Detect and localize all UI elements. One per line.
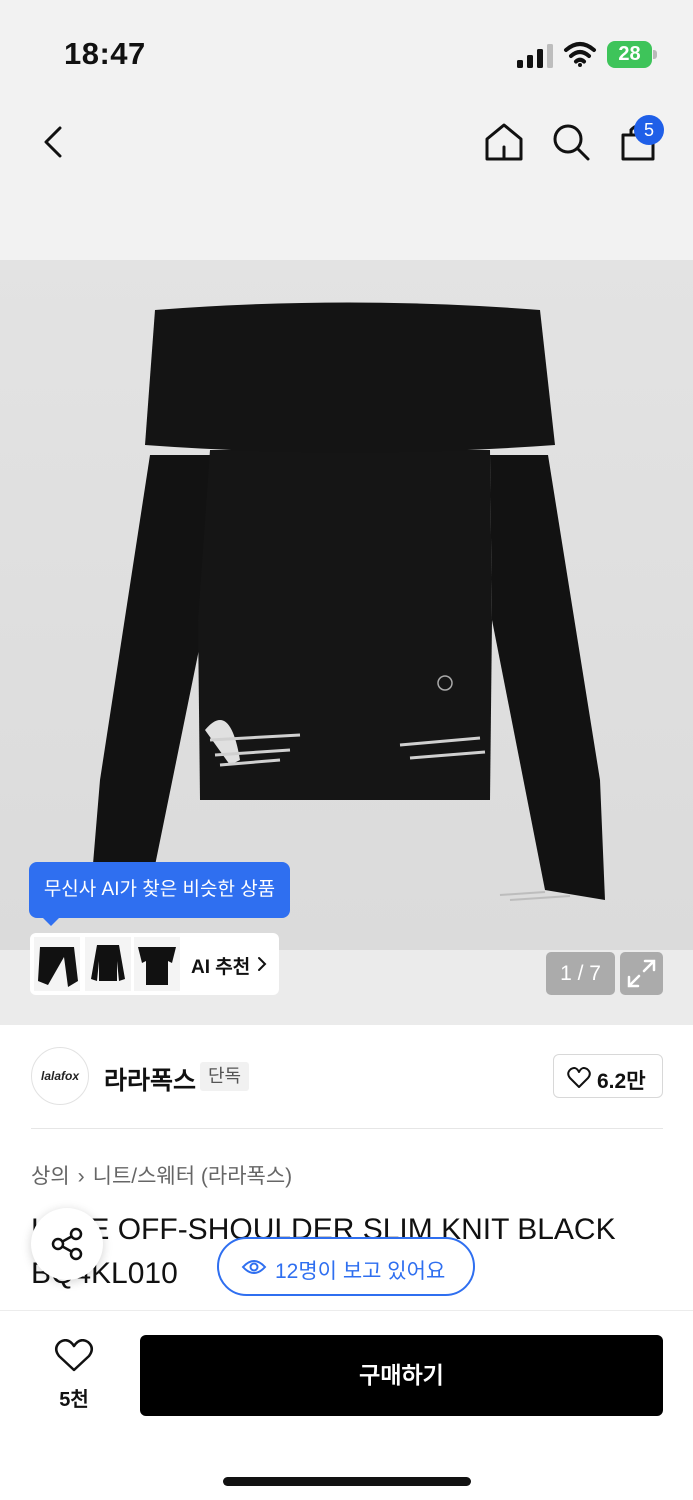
viewers-text: 12명이 보고 있어요 bbox=[275, 1260, 446, 1283]
brand-like-count: 6.2만 bbox=[597, 1070, 646, 1093]
expand-icon bbox=[627, 959, 656, 988]
share-button[interactable] bbox=[31, 1208, 103, 1280]
brand-name[interactable]: 라라폭스 bbox=[104, 1061, 196, 1097]
home-icon[interactable] bbox=[482, 120, 526, 164]
chevron-right-icon: › bbox=[77, 1165, 85, 1188]
tooltip-pointer bbox=[42, 917, 60, 926]
breadcrumb-subcategory[interactable]: 니트/스웨터 (라라폭스) bbox=[93, 1165, 293, 1188]
back-icon[interactable] bbox=[36, 120, 72, 164]
breadcrumb-category[interactable]: 상의 bbox=[31, 1165, 70, 1188]
wishlist-count: 5천 bbox=[59, 1389, 89, 1411]
breadcrumb: 상의 › 니트/스웨터 (라라폭스) bbox=[31, 1160, 292, 1190]
recommend-thumbnail[interactable] bbox=[85, 937, 131, 991]
status-bar: 18:47 28 bbox=[0, 0, 693, 100]
heart-icon bbox=[55, 1339, 93, 1372]
cellular-signal-icon bbox=[517, 44, 553, 68]
brand-logo[interactable]: lalafox bbox=[31, 1047, 89, 1105]
ai-similar-tooltip[interactable]: 무신사 AI가 찾은 비슷한 상품 bbox=[29, 862, 290, 918]
battery-tip bbox=[653, 50, 657, 59]
brand-like-button[interactable]: 6.2만 bbox=[553, 1054, 663, 1098]
recommend-thumbnail[interactable] bbox=[134, 937, 180, 991]
chevron-right-icon bbox=[258, 957, 267, 971]
wishlist-button[interactable]: 5천 bbox=[40, 1337, 108, 1413]
wifi-icon bbox=[564, 42, 596, 67]
search-icon[interactable] bbox=[549, 120, 593, 164]
battery-level: 28 bbox=[607, 41, 652, 68]
ai-recommend-strip[interactable]: AI 추천 bbox=[30, 933, 279, 995]
thumbnail-offshoulder-icon bbox=[38, 947, 78, 987]
brand-row: lalafox 라라폭스 단독 6.2만 bbox=[0, 1025, 693, 1129]
recommend-thumbnail[interactable] bbox=[34, 937, 80, 991]
exclusive-badge: 단독 bbox=[200, 1062, 250, 1091]
share-icon bbox=[51, 1227, 83, 1261]
thumbnail-knit-icon bbox=[91, 945, 125, 981]
eye-icon bbox=[241, 1260, 267, 1274]
top-navigation bbox=[0, 100, 693, 260]
home-indicator bbox=[223, 1477, 471, 1486]
battery-indicator: 28 bbox=[607, 41, 657, 68]
thumbnail-top-icon bbox=[138, 947, 176, 985]
expand-image-button[interactable] bbox=[620, 952, 663, 995]
status-time: 18:47 bbox=[64, 36, 146, 71]
cart-count-badge: 5 bbox=[634, 115, 664, 145]
bottom-action-bar: 5천 구매하기 bbox=[0, 1310, 693, 1500]
live-viewers-pill: 12명이 보고 있어요 bbox=[217, 1237, 475, 1296]
heart-icon bbox=[567, 1067, 591, 1088]
section-divider bbox=[31, 1128, 663, 1129]
image-counter: 1 / 7 bbox=[546, 952, 615, 995]
buy-button[interactable]: 구매하기 bbox=[140, 1335, 663, 1416]
ai-recommend-label: AI 추천 bbox=[191, 957, 251, 978]
